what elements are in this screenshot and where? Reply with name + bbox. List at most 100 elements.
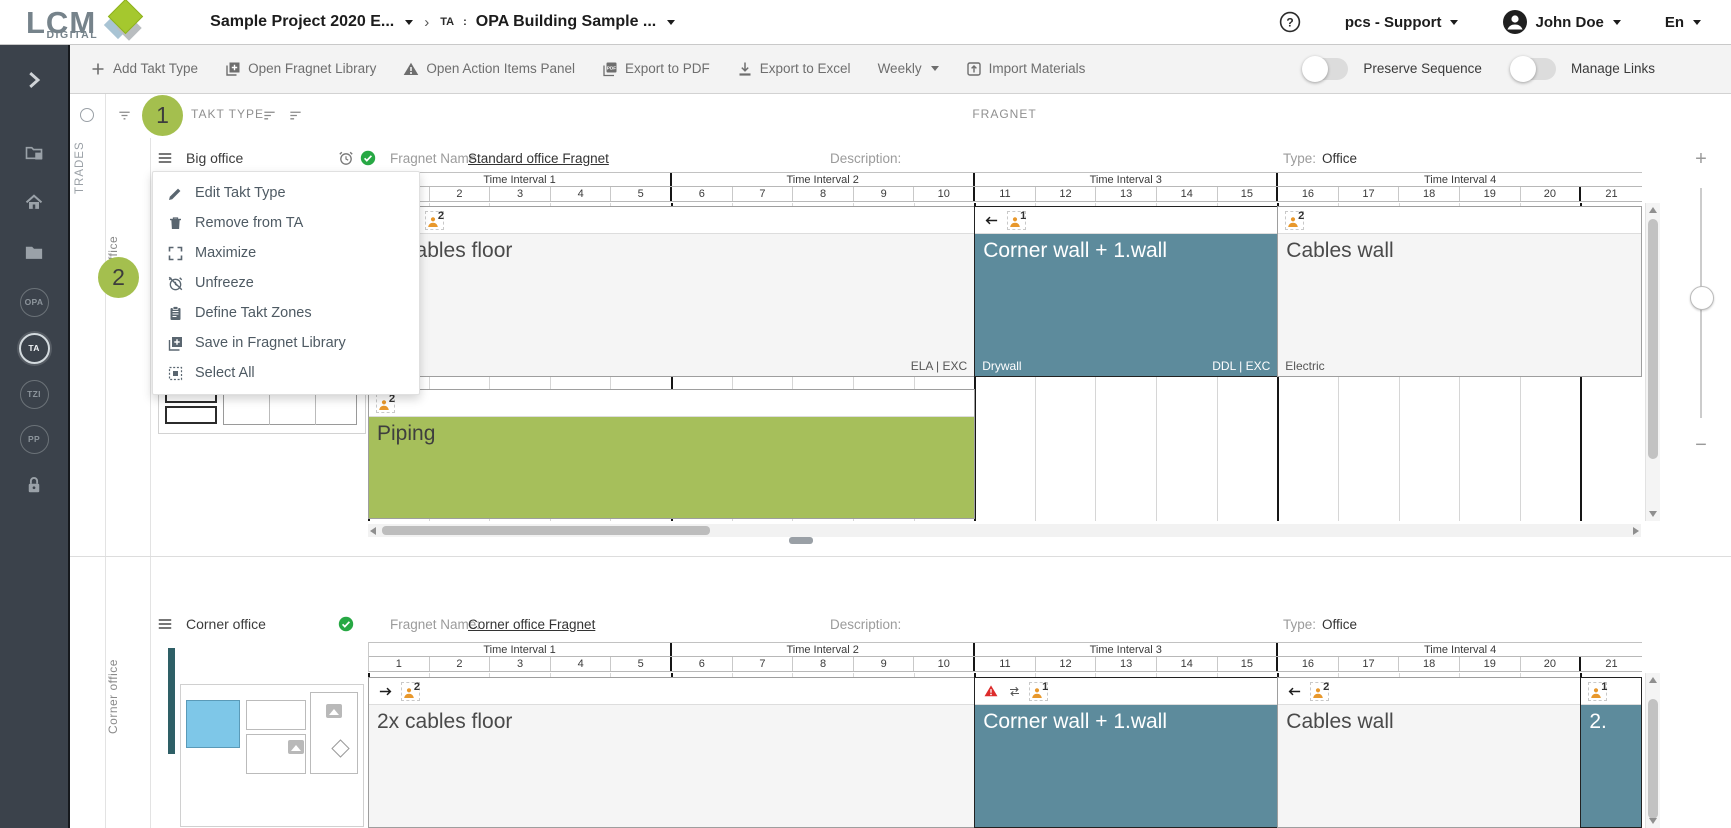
lcm-logo[interactable]: LCM DIGITAL bbox=[26, 1, 148, 43]
menu-item-select-all[interactable]: Select All bbox=[153, 358, 419, 388]
sidebar-item-tzi[interactable]: TZI bbox=[0, 376, 68, 412]
folder-icon bbox=[24, 242, 44, 262]
vertical-scrollbar[interactable] bbox=[1645, 203, 1660, 521]
takt-card-2[interactable]: 12. bbox=[1580, 677, 1642, 828]
header-right: ? pcs - Support John Doe En bbox=[1279, 9, 1701, 35]
preserve-sequence-toggle[interactable] bbox=[1304, 58, 1348, 80]
takt-card-2x-cables-floor[interactable]: 22x cables floorELA | EXC bbox=[368, 206, 975, 377]
takt-card-header: 1 bbox=[975, 678, 1277, 705]
day-cell: 10 bbox=[914, 187, 975, 201]
manage-links-toggle[interactable] bbox=[1512, 58, 1556, 80]
toolbar-button-export-to-pdf[interactable]: PDFExport to PDF bbox=[602, 61, 710, 77]
scroll-thumb[interactable] bbox=[1648, 219, 1658, 459]
toggle-label: Preserve Sequence bbox=[1363, 61, 1482, 76]
manage-links-toggle-group: Manage Links bbox=[1512, 58, 1655, 80]
day-cell: 3 bbox=[490, 187, 551, 201]
time-interval-header: Time Interval 3 bbox=[975, 643, 1278, 656]
ta-dropdown[interactable]: OPA Building Sample ... bbox=[476, 13, 656, 31]
floor-plan-thumbnail[interactable] bbox=[168, 648, 365, 827]
scroll-thumb[interactable] bbox=[382, 526, 710, 535]
horizontal-scrollbar[interactable] bbox=[368, 524, 1641, 537]
takt-type-column-header: TAKT TYPE bbox=[191, 107, 264, 121]
app-header: LCM DIGITAL Sample Project 2020 E... › T… bbox=[0, 0, 1731, 45]
fragnet-name-link[interactable]: Corner office Fragnet bbox=[468, 612, 595, 636]
day-cell: 10 bbox=[914, 657, 975, 671]
menu-item-edit-takt-type[interactable]: Edit Takt Type bbox=[153, 178, 419, 208]
filter-icon[interactable] bbox=[117, 108, 132, 123]
zoom-slider-handle[interactable] bbox=[1690, 286, 1714, 310]
day-cell: 7 bbox=[733, 187, 794, 201]
day-cell: 16 bbox=[1278, 657, 1339, 671]
sidebar-item-ta[interactable]: TA bbox=[0, 330, 68, 366]
takt-card-header: 2 bbox=[369, 390, 974, 417]
chevron-down-icon[interactable] bbox=[405, 20, 413, 25]
scroll-left-arrow[interactable] bbox=[370, 527, 376, 535]
sidebar-item-opa[interactable]: OPA bbox=[0, 284, 68, 320]
user-menu[interactable]: John Doe bbox=[1502, 9, 1620, 35]
support-dropdown[interactable]: pcs - Support bbox=[1345, 14, 1459, 31]
toolbar-button-weekly[interactable]: Weekly bbox=[878, 61, 939, 76]
svg-text:PDF: PDF bbox=[607, 65, 616, 70]
sidebar-item-pp[interactable]: PP bbox=[0, 421, 68, 457]
takt-card-footer: Electric bbox=[1278, 356, 1641, 376]
language-dropdown[interactable]: En bbox=[1665, 14, 1701, 31]
menu-item-define-takt-zones[interactable]: Define Takt Zones bbox=[153, 298, 419, 328]
menu-item-maximize[interactable]: Maximize bbox=[153, 238, 419, 268]
trades-status-icon bbox=[80, 108, 94, 122]
section-splitter-handle[interactable] bbox=[789, 537, 813, 544]
day-cell: 11 bbox=[975, 187, 1036, 201]
crew-count: 1 bbox=[1601, 681, 1607, 693]
menu-item-unfreeze[interactable]: Unfreeze bbox=[153, 268, 419, 298]
takt-card-cables-wall[interactable]: 2Cables wall bbox=[1277, 677, 1581, 828]
menu-item-save-in-fragnet-library[interactable]: Save in Fragnet Library bbox=[153, 328, 419, 358]
toolbar-button-open-action-items-panel[interactable]: Open Action Items Panel bbox=[403, 61, 575, 77]
takt-card-cables-wall[interactable]: 2Cables wallElectric bbox=[1277, 206, 1642, 377]
toolbar-button-import-materials[interactable]: Import Materials bbox=[966, 61, 1086, 77]
sidebar-item-documents[interactable] bbox=[0, 234, 68, 270]
takt-menu-button[interactable] bbox=[157, 146, 177, 170]
menu-item-remove-from-ta[interactable]: Remove from TA bbox=[153, 208, 419, 238]
scroll-up-arrow[interactable] bbox=[1649, 207, 1657, 213]
day-cell: 19 bbox=[1460, 187, 1521, 201]
toolbar-button-export-to-excel[interactable]: Export to Excel bbox=[737, 61, 851, 77]
sort-icon[interactable] bbox=[262, 108, 277, 123]
help-icon[interactable]: ? bbox=[1279, 11, 1301, 33]
scroll-right-arrow[interactable] bbox=[1633, 527, 1639, 535]
takt-card-corner-wall-1-wall[interactable]: 1Corner wall + 1.wall bbox=[974, 677, 1278, 828]
toolbar-toggles: Preserve Sequence Manage Links bbox=[1304, 58, 1655, 80]
scroll-down-arrow[interactable] bbox=[1649, 511, 1657, 517]
toolbar: Add Takt Type Open Fragnet Library Open Ac… bbox=[68, 44, 1731, 94]
scroll-thumb[interactable] bbox=[1648, 699, 1658, 819]
menu-item-label: Edit Takt Type bbox=[195, 185, 286, 201]
day-cell: 17 bbox=[1339, 657, 1400, 671]
unfreeze-icon bbox=[167, 275, 184, 292]
sidebar-item-home[interactable] bbox=[0, 184, 68, 220]
day-cell: 15 bbox=[1218, 657, 1279, 671]
svg-text:?: ? bbox=[1286, 15, 1293, 29]
toolbar-button-open-fragnet-library[interactable]: Open Fragnet Library bbox=[225, 61, 376, 77]
vertical-scrollbar[interactable] bbox=[1645, 673, 1660, 828]
scroll-down-arrow[interactable] bbox=[1649, 818, 1657, 824]
card-code-label: DDL | EXC bbox=[1212, 359, 1270, 373]
crew-count: 2 bbox=[1323, 681, 1329, 693]
chevron-down-icon[interactable] bbox=[667, 20, 675, 25]
takt-card-piping[interactable]: 2Piping bbox=[368, 389, 975, 519]
sidebar-item-lock[interactable] bbox=[0, 467, 68, 503]
time-interval-header: Time Interval 4 bbox=[1278, 173, 1642, 186]
day-cell: 19 bbox=[1460, 657, 1521, 671]
toolbar-button-add-takt-type[interactable]: Add Takt Type bbox=[90, 61, 198, 77]
takt-card-2x-cables-floor[interactable]: 22x cables floor bbox=[368, 677, 975, 828]
zoom-in-button[interactable]: + bbox=[1691, 148, 1711, 171]
sort-icon[interactable] bbox=[288, 108, 303, 123]
fragnet-name-link[interactable]: Standard office Fragnet bbox=[468, 146, 609, 170]
zoom-out-button[interactable]: − bbox=[1691, 434, 1711, 457]
takt-card-corner-wall-1-wall[interactable]: 1Corner wall + 1.wallDrywallDDL | EXC bbox=[974, 206, 1278, 377]
takt-menu-button[interactable] bbox=[157, 612, 177, 636]
menu-item-label: Save in Fragnet Library bbox=[195, 335, 346, 351]
scroll-up-arrow[interactable] bbox=[1649, 677, 1657, 683]
menu-item-label: Unfreeze bbox=[195, 275, 254, 291]
sidebar-item-expand[interactable] bbox=[0, 62, 68, 98]
download-icon bbox=[737, 61, 753, 77]
sidebar-item-projects[interactable] bbox=[0, 134, 68, 170]
project-dropdown[interactable]: Sample Project 2020 E... bbox=[210, 13, 394, 31]
